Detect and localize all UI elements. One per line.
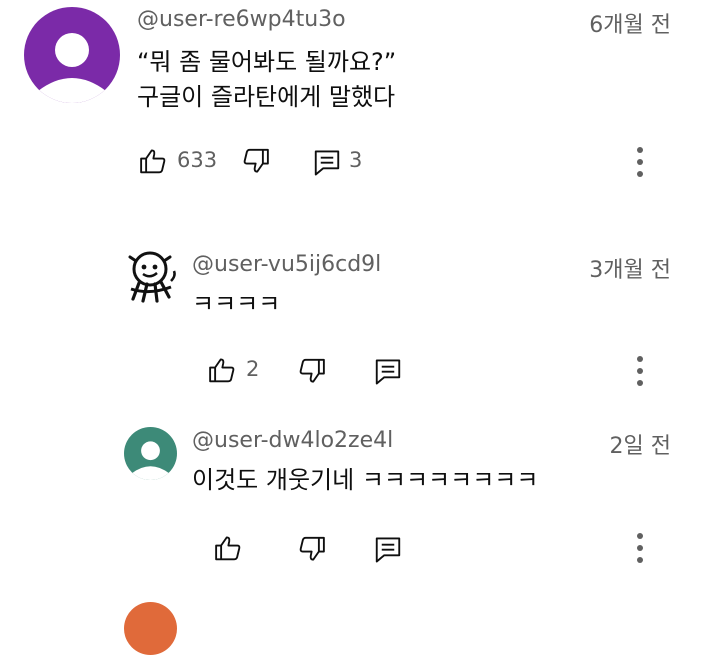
avatar-drawing-icon	[128, 251, 176, 303]
default-user-icon	[131, 441, 170, 480]
avatar[interactable]	[124, 602, 177, 655]
thumbs-down-icon[interactable]	[297, 534, 327, 564]
thumbs-up-icon[interactable]	[138, 146, 168, 176]
author-handle[interactable]: @user-vu5ij6cd9l	[192, 252, 381, 277]
thumbs-up-icon[interactable]	[213, 533, 243, 563]
avatar[interactable]	[24, 7, 120, 103]
comment-text-line: 이것도 개웃기네 ㅋㅋㅋㅋㅋㅋㅋㅋ	[192, 466, 539, 494]
thumbs-down-icon[interactable]	[297, 356, 327, 386]
more-vert-icon[interactable]	[630, 354, 650, 388]
more-vert-icon[interactable]	[630, 145, 650, 179]
comment-icon[interactable]	[312, 147, 342, 177]
avatar[interactable]	[123, 247, 179, 303]
comment-text-line: 구글이 즐라탄에게 말했다	[137, 83, 396, 111]
thumbs-up-icon[interactable]	[207, 355, 237, 385]
comment-text-line: “뭐 좀 물어봐도 될까요?”	[137, 48, 397, 76]
comment-time: 2일 전	[609, 434, 671, 459]
comment-icon[interactable]	[373, 534, 403, 564]
default-user-icon	[38, 33, 106, 103]
like-count: 633	[177, 148, 218, 172]
reply-count[interactable]: 3	[349, 148, 362, 172]
avatar[interactable]	[124, 427, 177, 480]
author-handle[interactable]: @user-dw4lo2ze4l	[192, 428, 393, 453]
comment-time: 3개월 전	[589, 258, 671, 283]
like-count: 2	[246, 357, 260, 381]
comment-text-line: ㅋㅋㅋㅋ	[192, 290, 281, 318]
author-handle[interactable]: @user-re6wp4tu3o	[137, 7, 346, 32]
thumbs-down-icon[interactable]	[241, 146, 271, 176]
comment-time: 6개월 전	[589, 13, 671, 38]
comment-icon[interactable]	[373, 356, 403, 386]
more-vert-icon[interactable]	[630, 531, 650, 565]
